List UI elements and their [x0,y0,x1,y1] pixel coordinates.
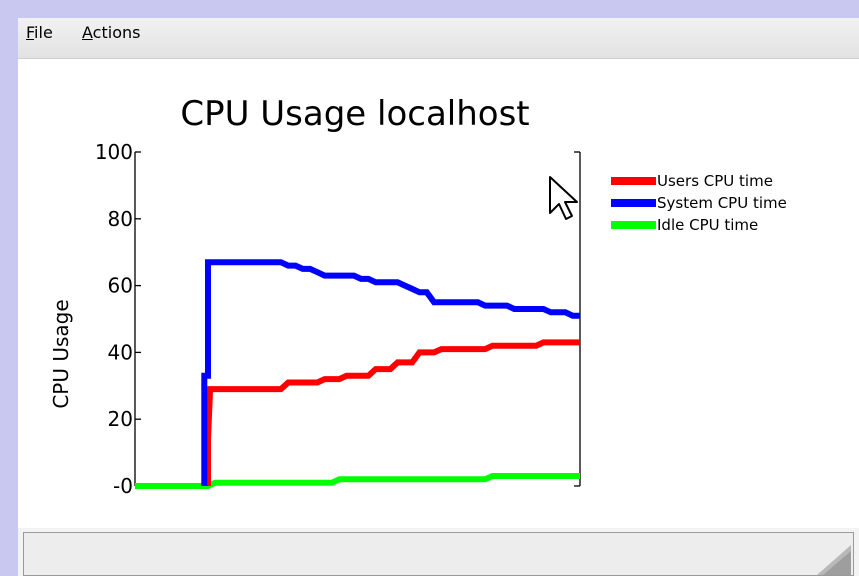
status-area [18,528,859,576]
legend-label: Users CPU time [657,172,773,190]
legend-label: System CPU time [657,194,787,212]
y-tick-label: 80 [108,207,133,231]
arrow-pointer-icon [549,176,578,220]
y-tick-label: 60 [108,274,133,298]
y-ticks: -0 20 40 60 80 100 [95,140,141,498]
menubar: File Actions [18,18,859,59]
legend-label: Idle CPU time [657,216,758,234]
chart-panel: CPU Usage localhost CPU Usage -0 20 40 60 80… [18,59,859,542]
series-lines [135,259,580,489]
y-axis-label: CPU Usage [49,299,73,408]
legend-swatch [611,199,656,207]
menu-file-label: ile [34,23,53,42]
chart-legend: Users CPU time System CPU time Idle CPU ti… [611,172,787,234]
menu-file-mnemonic: F [26,23,35,42]
legend-swatch [611,221,656,229]
menu-actions[interactable]: Actions [82,23,140,42]
y-tick-label: -0 [113,474,133,498]
series-line-system-cpu-time [201,259,580,486]
menu-file[interactable]: File [26,23,53,42]
y-tick-label: 40 [108,340,133,364]
cpu-usage-chart: CPU Usage localhost CPU Usage -0 20 40 60 80… [49,94,787,498]
menu-actions-mnemonic: A [82,23,93,42]
legend-swatch [611,177,656,185]
status-bar [23,532,854,576]
resize-grip-icon[interactable] [817,545,851,575]
chart-title: CPU Usage localhost [180,94,529,134]
app-window: File Actions CPU Usage localhost CPU Usa… [18,18,859,576]
series-line-users-cpu-time [205,339,580,486]
menu-actions-label: ctions [92,23,141,42]
y-tick-label: 100 [95,140,133,164]
y-tick-label: 20 [108,407,133,431]
